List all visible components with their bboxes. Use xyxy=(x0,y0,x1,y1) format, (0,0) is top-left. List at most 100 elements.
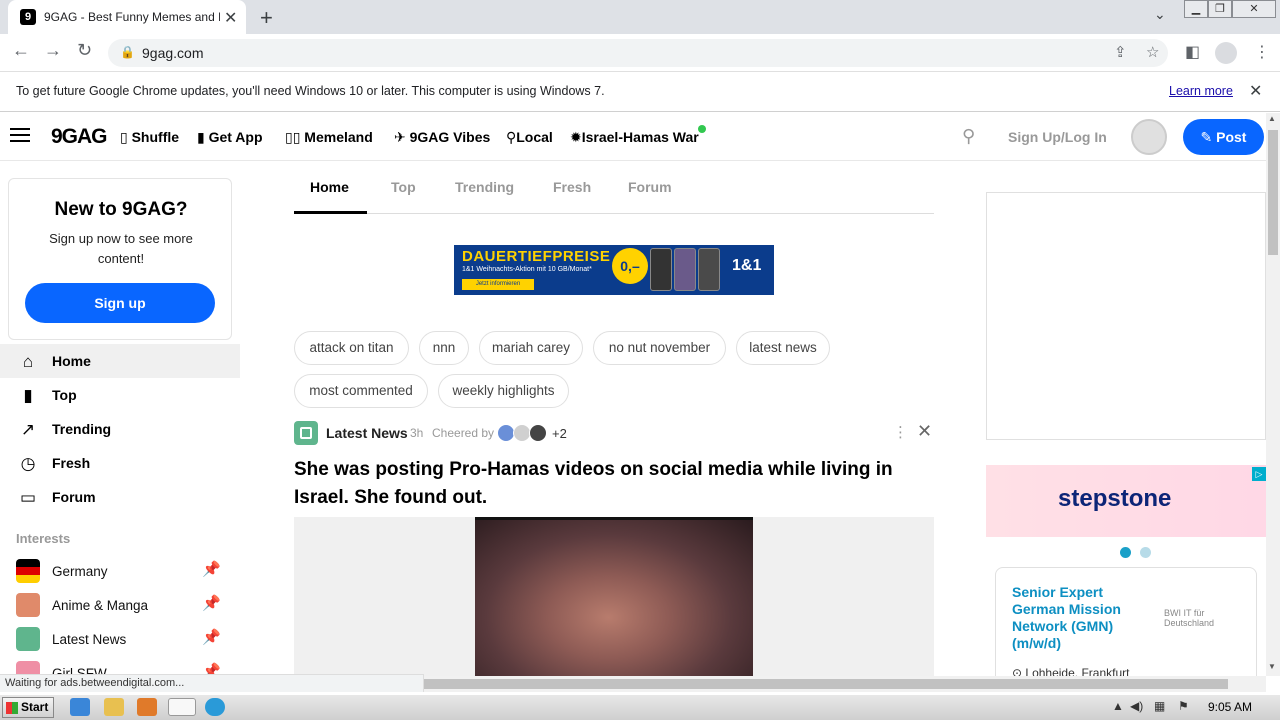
sidebar-item-fresh[interactable]: ◷ Fresh xyxy=(0,446,240,480)
9gag-logo[interactable]: 9GAG xyxy=(51,125,108,149)
nav-get-app[interactable]: ▮ Get App xyxy=(197,129,263,146)
sidebar-item-home[interactable]: ⌂ Home xyxy=(0,344,240,378)
tag-chip[interactable]: mariah carey xyxy=(479,331,583,365)
carousel-dot[interactable] xyxy=(1140,547,1151,558)
nav-memeland[interactable]: ▯▯ Memeland xyxy=(285,129,373,146)
sidebar-item-label: Forum xyxy=(52,489,96,505)
pin-icon[interactable]: 📌 xyxy=(202,662,221,674)
stepstone-logo: stepstone xyxy=(1058,485,1172,512)
chrome-taskbar-icon[interactable] xyxy=(168,698,196,716)
tray-expand-icon[interactable]: ▲ xyxy=(1112,699,1124,713)
carousel-dot-active[interactable] xyxy=(1120,547,1131,558)
tab-search-chevron-icon[interactable]: ⌄ xyxy=(1154,6,1166,23)
cheer-count[interactable]: +2 xyxy=(552,426,567,441)
post-time: 3h xyxy=(410,426,424,440)
close-tab-icon[interactable]: ✕ xyxy=(224,8,237,28)
start-button[interactable]: Start xyxy=(2,697,54,718)
back-arrow-icon[interactable]: ← xyxy=(12,40,30,61)
new-tab-button[interactable]: + xyxy=(260,5,273,31)
clock-icon: ◷ xyxy=(20,454,36,473)
user-avatar-icon[interactable] xyxy=(1131,119,1167,155)
nav-israel-hamas-war[interactable]: ✹Israel-Hamas War xyxy=(570,129,699,146)
side-panel-icon[interactable]: ◧ xyxy=(1185,42,1200,62)
card-text: Sign up now to see more content! xyxy=(49,231,193,266)
internet-explorer-icon[interactable] xyxy=(70,698,90,716)
close-infobar-icon[interactable]: ✕ xyxy=(1249,81,1262,101)
chrome-update-infobar: To get future Google Chrome updates, you… xyxy=(0,72,1280,112)
restore-window-button[interactable]: ❐ xyxy=(1208,0,1232,18)
media-player-icon[interactable] xyxy=(137,698,157,716)
volume-icon[interactable]: ◀) xyxy=(1130,699,1143,713)
home-icon: ⌂ xyxy=(22,352,34,371)
chrome-menu-icon[interactable]: ⋮ xyxy=(1254,42,1270,62)
minimize-window-button[interactable]: ▁ xyxy=(1184,0,1208,18)
post-video[interactable] xyxy=(475,517,753,677)
latest-news-section-icon[interactable] xyxy=(294,421,318,445)
profile-avatar-icon[interactable] xyxy=(1215,42,1237,64)
nav-9gag-vibes[interactable]: ✈ 9GAG Vibes xyxy=(394,129,490,146)
scroll-down-arrow-icon[interactable]: ▼ xyxy=(1268,662,1276,671)
taskbar-clock[interactable]: 9:05 AM xyxy=(1208,700,1252,714)
9gag-favicon-icon: 9 xyxy=(20,9,36,25)
live-indicator-dot xyxy=(698,125,706,133)
close-window-button[interactable]: ✕ xyxy=(1232,0,1276,18)
tab-home[interactable]: Home xyxy=(310,179,349,195)
tag-chip[interactable]: most commented xyxy=(294,374,428,408)
tag-chip[interactable]: latest news xyxy=(736,331,830,365)
job-card[interactable]: Senior Expert German Mission Network (GM… xyxy=(995,567,1257,680)
bar-chart-icon: ▮ xyxy=(23,386,33,405)
nav-local[interactable]: ⚲Local xyxy=(506,129,553,146)
tab-trending[interactable]: Trending xyxy=(455,179,514,195)
interest-germany[interactable]: Germany 📌 xyxy=(0,554,240,588)
interest-label: Germany xyxy=(52,564,108,579)
status-bar: Waiting for ads.betweendigital.com... xyxy=(0,674,424,692)
flag-icon[interactable]: ⚑ xyxy=(1178,699,1189,713)
address-bar[interactable]: 🔒 9gag.com ⇪ ☆ xyxy=(108,39,1168,67)
tab-top[interactable]: Top xyxy=(391,179,416,195)
search-icon[interactable]: ⚲ xyxy=(962,126,975,147)
bookmark-star-icon[interactable]: ☆ xyxy=(1146,43,1159,61)
vertical-scroll-thumb[interactable] xyxy=(1268,130,1278,255)
interest-latest-news[interactable]: Latest News 📌 xyxy=(0,622,240,656)
more-options-icon[interactable]: ⋮ xyxy=(893,423,908,441)
nav-shuffle[interactable]: ▯ Shuffle xyxy=(120,129,179,146)
sign-up-login-link[interactable]: Sign Up/Log In xyxy=(1008,129,1107,145)
network-icon[interactable]: ▦ xyxy=(1154,699,1165,713)
pin-icon[interactable]: 📌 xyxy=(202,594,221,612)
interest-anime-manga[interactable]: Anime & Manga 📌 xyxy=(0,588,240,622)
cheer-avatar xyxy=(529,424,547,442)
browser-tab[interactable]: 9 9GAG - Best Funny Memes and Breaking N… xyxy=(8,0,246,34)
file-explorer-icon[interactable] xyxy=(104,698,124,716)
new-to-9gag-card: New to 9GAG? Sign up now to see more con… xyxy=(8,178,232,340)
tab-fresh[interactable]: Fresh xyxy=(553,179,591,195)
tag-chip[interactable]: nnn xyxy=(419,331,469,365)
tag-chip[interactable]: attack on titan xyxy=(294,331,409,365)
sign-up-button[interactable]: Sign up xyxy=(25,283,215,323)
adchoices-icon[interactable]: ▷ xyxy=(1252,467,1266,481)
stepstone-ad[interactable]: stepstone ▷ Senior Expert German Mission… xyxy=(986,465,1266,680)
pin-icon[interactable]: 📌 xyxy=(202,628,221,646)
horizontal-scroll-thumb[interactable] xyxy=(424,679,1228,689)
tag-chip[interactable]: weekly highlights xyxy=(438,374,569,408)
post-title[interactable]: She was posting Pro-Hamas videos on soci… xyxy=(294,456,934,512)
forward-arrow-icon[interactable]: → xyxy=(44,40,62,61)
banner-subtext: 1&1 Weihnachts-Aktion mit 10 GB/Monat* xyxy=(462,266,592,273)
edge-icon[interactable] xyxy=(205,698,225,716)
advertisement-banner[interactable]: DAUERTIEFPREISE 1&1 Weihnachts-Aktion mi… xyxy=(454,245,774,295)
post-section-name[interactable]: Latest News xyxy=(326,425,408,441)
tag-chip[interactable]: no nut november xyxy=(593,331,726,365)
share-icon[interactable]: ⇪ xyxy=(1114,43,1127,61)
pin-icon[interactable]: 📌 xyxy=(202,560,221,578)
post-button[interactable]: ✎ Post xyxy=(1183,119,1264,155)
scroll-up-arrow-icon[interactable]: ▲ xyxy=(1268,114,1276,123)
sidebar-item-forum[interactable]: ▭ Forum xyxy=(0,480,240,514)
hamburger-menu-icon[interactable] xyxy=(10,128,30,142)
interest-label: Anime & Manga xyxy=(52,598,149,613)
learn-more-link[interactable]: Learn more xyxy=(1169,84,1233,98)
reload-icon[interactable]: ↻ xyxy=(77,40,92,61)
close-post-icon[interactable]: ✕ xyxy=(917,421,932,442)
sidebar-item-trending[interactable]: ↗ Trending xyxy=(0,412,240,446)
tab-forum[interactable]: Forum xyxy=(628,179,672,195)
interest-girl-sfw[interactable]: Girl SFW 📌 xyxy=(0,656,240,674)
sidebar-item-top[interactable]: ▮ Top xyxy=(0,378,240,412)
